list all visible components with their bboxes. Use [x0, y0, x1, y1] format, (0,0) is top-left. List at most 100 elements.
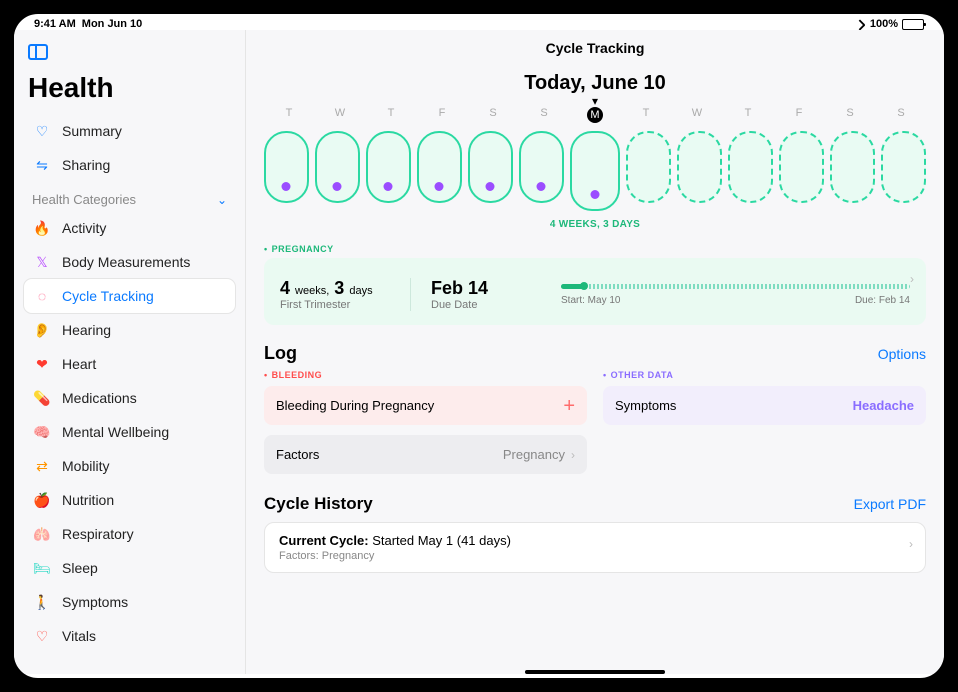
sidebar-item-sleep[interactable]: 🛏Sleep — [24, 551, 235, 585]
cycle-day-pill[interactable] — [677, 131, 722, 203]
category-icon: ❤ — [32, 354, 52, 374]
pregnancy-tag: PREGNANCY — [264, 244, 926, 254]
sidebar: Health ♡ Summary ⇋ Sharing Health Catego… — [14, 30, 246, 674]
current-cycle-line: Current Cycle: Started May 1 (41 days) — [279, 533, 911, 548]
status-time: 9:41 AM — [34, 18, 76, 30]
category-icon: 🧠 — [32, 422, 52, 442]
sidebar-item-sharing[interactable]: ⇋ Sharing — [24, 148, 235, 182]
home-indicator[interactable] — [525, 670, 665, 674]
day-letter-row: TWTFSSMTWTFSS — [264, 107, 926, 123]
sidebar-item-summary[interactable]: ♡ Summary — [24, 114, 235, 148]
day-letter: S — [470, 107, 516, 123]
sidebar-item-label: Summary — [62, 123, 122, 139]
sidebar-item-label: Respiratory — [62, 526, 134, 542]
today-day-letter: M — [587, 107, 603, 123]
cycle-day-pill[interactable] — [468, 131, 513, 203]
bleeding-row[interactable]: Bleeding During Pregnancy + — [264, 386, 587, 425]
sidebar-item-vitals[interactable]: ♡Vitals — [24, 619, 235, 653]
page-title: Cycle Tracking — [264, 40, 926, 56]
due-date-label: Due Date — [431, 299, 541, 311]
status-bar: 9:41 AM Mon Jun 10 100% — [14, 14, 944, 30]
cycle-day-pill[interactable] — [264, 131, 309, 203]
factors-row[interactable]: Factors Pregnancy › — [264, 435, 587, 474]
day-letter: M — [572, 107, 618, 123]
chevron-right-icon: › — [909, 537, 913, 551]
pregnancy-dot — [333, 182, 342, 191]
wifi-icon — [854, 19, 865, 30]
bleeding-row-label: Bleeding During Pregnancy — [276, 398, 434, 413]
sidebar-item-symptoms[interactable]: 🚶Symptoms — [24, 585, 235, 619]
cycle-day-pill[interactable] — [417, 131, 462, 203]
cycle-day-pill[interactable] — [519, 131, 564, 203]
sidebar-item-cycle-tracking[interactable]: ◌Cycle Tracking — [24, 279, 235, 313]
app-title: Health — [28, 72, 235, 104]
sidebar-item-label: Symptoms — [62, 594, 128, 610]
chevron-right-icon: › — [910, 272, 914, 286]
current-cycle-factors: Factors: Pregnancy — [279, 550, 911, 562]
symptoms-row[interactable]: Symptoms Headache — [603, 386, 926, 425]
factors-value: Pregnancy — [503, 447, 565, 462]
pregnancy-dot — [384, 182, 393, 191]
day-letter: W — [317, 107, 363, 123]
cycle-day-pill[interactable] — [366, 131, 411, 203]
day-letter: S — [827, 107, 873, 123]
sidebar-item-hearing[interactable]: 👂Hearing — [24, 313, 235, 347]
category-icon: ⇄ — [32, 456, 52, 476]
health-categories-header[interactable]: Health Categories ⌄ — [24, 182, 235, 211]
cycle-history-card[interactable]: › Current Cycle: Started May 1 (41 days)… — [264, 522, 926, 573]
day-letter: F — [776, 107, 822, 123]
sidebar-item-mental-wellbeing[interactable]: 🧠 Mental Wellbeing — [24, 415, 235, 449]
sidebar-item-label: Cycle Tracking — [62, 288, 154, 304]
day-letter: S — [521, 107, 567, 123]
people-icon: ⇋ — [32, 155, 52, 175]
sidebar-toggle-icon[interactable] — [28, 44, 48, 60]
export-pdf-button[interactable]: Export PDF — [854, 496, 926, 512]
sidebar-item-heart[interactable]: ❤ Heart — [24, 347, 235, 381]
cycle-day-pill-today[interactable] — [570, 131, 621, 211]
pregnancy-card[interactable]: › 4 weeks, 3 days First Trimester Feb 14… — [264, 258, 926, 325]
pregnancy-dot — [537, 182, 546, 191]
status-date: Mon Jun 10 — [82, 18, 143, 30]
bleeding-tag: BLEEDING — [264, 370, 587, 380]
cycle-day-pill[interactable] — [830, 131, 875, 203]
cycle-day-pill[interactable] — [728, 131, 773, 203]
day-letter: W — [674, 107, 720, 123]
symptoms-label: Symptoms — [615, 398, 676, 413]
cycle-day-pill[interactable] — [315, 131, 360, 203]
today-title: Today, June 10 — [264, 72, 926, 95]
other-data-tag: OTHER DATA — [603, 370, 926, 380]
cycle-day-pill[interactable] — [626, 131, 671, 203]
pregnancy-dot — [282, 182, 291, 191]
cycle-day-pill[interactable] — [779, 131, 824, 203]
pregnancy-progress-bar — [561, 284, 910, 289]
sidebar-item-label: Body Measurements — [62, 254, 190, 270]
main-content: Cycle Tracking Today, June 10 TWTFSSMTWT… — [246, 30, 944, 674]
sidebar-item-label: Sharing — [62, 157, 110, 173]
sidebar-item-label: Sleep — [62, 560, 98, 576]
sidebar-item-label: Mental Wellbeing — [62, 424, 169, 440]
sidebar-item-label: Mobility — [62, 458, 109, 474]
sidebar-item-nutrition[interactable]: 🍎Nutrition — [24, 483, 235, 517]
gestational-age-label: 4 WEEKS, 3 DAYS — [264, 219, 926, 230]
sidebar-item-body-measurements[interactable]: 𝕏 Body Measurements — [24, 245, 235, 279]
due-date-value: Feb 14 — [431, 278, 541, 299]
cycle-pill-row[interactable] — [264, 131, 926, 211]
battery-icon — [902, 19, 924, 30]
category-icon: 𝕏 — [32, 252, 52, 272]
sidebar-item-mobility[interactable]: ⇄ Mobility — [24, 449, 235, 483]
sidebar-item-respiratory[interactable]: 🫁Respiratory — [24, 517, 235, 551]
category-icon: 💊 — [32, 388, 52, 408]
sidebar-item-activity[interactable]: 🔥Activity — [24, 211, 235, 245]
gest-weeks-days: 4 weeks, 3 days — [280, 278, 390, 299]
chevron-down-icon: ⌄ — [217, 193, 227, 207]
sidebar-item-label: Heart — [62, 356, 96, 372]
category-icon: ♡ — [32, 626, 52, 646]
log-options-button[interactable]: Options — [878, 346, 926, 362]
day-letter: T — [368, 107, 414, 123]
cycle-day-pill[interactable] — [881, 131, 926, 203]
sidebar-item-label: Hearing — [62, 322, 111, 338]
pregnancy-dot — [591, 190, 600, 199]
progress-due-label: Due: Feb 14 — [855, 295, 910, 306]
sidebar-item-medications[interactable]: 💊Medications — [24, 381, 235, 415]
symptoms-value: Headache — [853, 398, 914, 413]
